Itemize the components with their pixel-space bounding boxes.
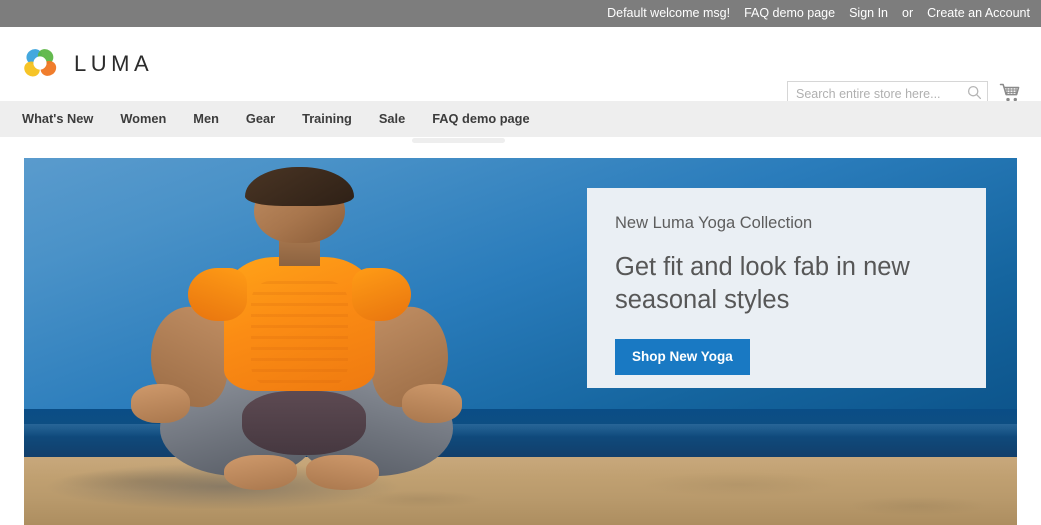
nav-item-sale[interactable]: Sale bbox=[379, 101, 405, 137]
figure-foot-right bbox=[306, 454, 380, 490]
figure-hair bbox=[244, 167, 355, 207]
figure-sleeve-right bbox=[352, 267, 412, 321]
luma-storefront-page: Default welcome msg! FAQ demo page Sign … bbox=[0, 0, 1041, 525]
figure-lap bbox=[242, 391, 366, 455]
create-account-link[interactable]: Create an Account bbox=[927, 0, 1030, 27]
figure-foot-left bbox=[224, 454, 298, 490]
figure-sleeve-left bbox=[187, 267, 247, 321]
hero-headline: Get fit and look fab in new seasonal sty… bbox=[615, 252, 910, 314]
sign-in-link[interactable]: Sign In bbox=[849, 0, 888, 27]
nav-item-gear[interactable]: Gear bbox=[246, 101, 275, 137]
nav-item-training[interactable]: Training bbox=[302, 101, 352, 137]
figure-hand-right bbox=[402, 384, 462, 423]
site-header: LUMA bbox=[0, 27, 1041, 107]
shop-new-yoga-button[interactable]: Shop New Yoga bbox=[615, 339, 750, 375]
red-underline-faq-nav bbox=[412, 138, 505, 143]
or-separator: or bbox=[902, 6, 914, 20]
hero-content-panel: New Luma Yoga Collection Get fit and loo… bbox=[587, 188, 986, 388]
top-utility-bar: Default welcome msg! FAQ demo page Sign … bbox=[0, 0, 1041, 27]
logo-text: LUMA bbox=[74, 51, 154, 76]
hero-eyebrow: New Luma Yoga Collection bbox=[615, 214, 813, 232]
luma-flower-logo-icon bbox=[20, 44, 60, 84]
nav-item-faq-demo-page[interactable]: FAQ demo page bbox=[432, 101, 529, 137]
logo-link[interactable]: LUMA bbox=[20, 44, 153, 84]
topbar-link-faq-demo-page[interactable]: FAQ demo page bbox=[744, 0, 835, 27]
hero-yoga-figure bbox=[128, 167, 585, 525]
welcome-message: Default welcome msg! bbox=[607, 6, 731, 20]
figure-hand-left bbox=[130, 384, 190, 423]
main-navigation: What's New Women Men Gear Training Sale … bbox=[0, 101, 1041, 137]
top-utility-links: Default welcome msg! FAQ demo page Sign … bbox=[607, 0, 1030, 27]
nav-item-men[interactable]: Men bbox=[193, 101, 219, 137]
nav-item-whats-new[interactable]: What's New bbox=[22, 101, 93, 137]
nav-item-women[interactable]: Women bbox=[120, 101, 166, 137]
hero-banner[interactable]: New Luma Yoga Collection Get fit and loo… bbox=[24, 158, 1017, 525]
